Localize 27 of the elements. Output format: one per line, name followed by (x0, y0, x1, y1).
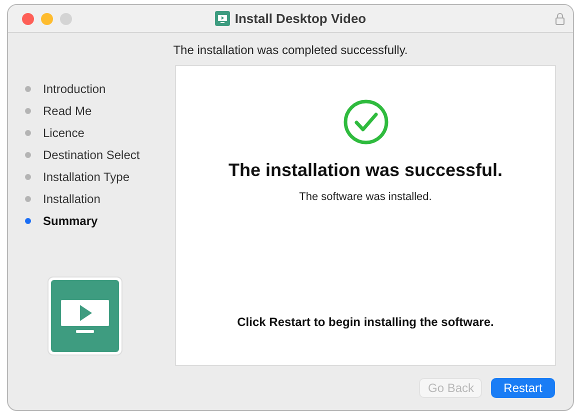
step-dot (25, 196, 31, 202)
step-dot (25, 130, 31, 136)
step-dot (25, 108, 31, 114)
monitor-play-icon (214, 11, 230, 26)
step-item: Introduction (25, 81, 175, 97)
step-dot (25, 86, 31, 92)
step-dot (25, 152, 31, 158)
step-item: Installation (25, 191, 175, 207)
lock-icon (555, 12, 565, 25)
restart-note: Click Restart to begin installing the software. (237, 315, 494, 329)
monitor-play-icon (47, 276, 123, 356)
checkmark-icon (342, 99, 388, 145)
step-item: Destination Select (25, 147, 175, 163)
success-text: The software was installed. (299, 191, 432, 203)
zoom-button[interactable] (60, 12, 72, 24)
step-dot (25, 218, 31, 224)
close-button[interactable] (22, 12, 34, 24)
step-item: Summary (25, 213, 175, 229)
success-heading: The installation was successful. (228, 160, 503, 181)
status-message: The installation was completed successfully. (172, 42, 409, 59)
restart-button[interactable]: Restart (491, 378, 555, 398)
step-item: Read Me (25, 103, 175, 119)
window-title: Install Desktop Video (234, 11, 366, 26)
step-item: Licence (25, 125, 175, 141)
step-dot (25, 174, 31, 180)
step-item: Installation Type (25, 169, 175, 185)
minimize-button[interactable] (41, 12, 53, 24)
